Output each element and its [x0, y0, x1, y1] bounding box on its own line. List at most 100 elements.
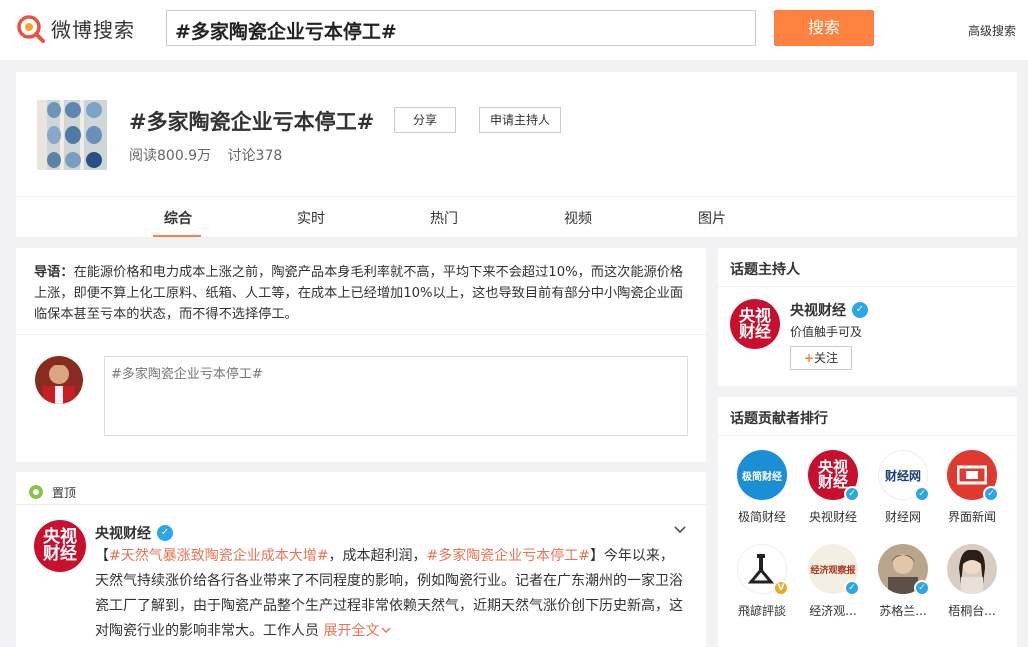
verified-badge-icon: ✓ [914, 580, 930, 596]
hashtag-link[interactable]: #多家陶瓷企业亏本停工# [426, 548, 589, 564]
tab-comprehensive[interactable]: 综合 [164, 208, 192, 228]
topic-thumbnail [37, 100, 107, 170]
follow-button[interactable]: +关注 [790, 346, 852, 370]
expand-label[interactable]: 展开全文 [323, 623, 379, 639]
contributor-name[interactable]: 央视财经 [798, 508, 868, 525]
post-author-name[interactable]: 央视财经 ✓ [95, 523, 173, 543]
host-avatar[interactable]: 央视 财经 [730, 299, 780, 349]
contributor-item[interactable]: 财经网 ✓ 财经网 [868, 450, 938, 525]
contributor-avatar[interactable]: 极简财经 [737, 450, 787, 500]
pinned-row: 置顶 [28, 480, 76, 504]
contributor-ranking-card: 话题贡献者排行 极简财经 极简财经 央视财经 ✓ 央视财经 财经网 ✓ 财经网 [718, 397, 1017, 647]
author-name[interactable]: 央视财经 [95, 523, 151, 543]
divider [718, 435, 1017, 436]
contributor-name[interactable]: 梧桐台... [937, 602, 1007, 619]
chevron-down-icon[interactable] [673, 523, 687, 537]
contributor-item[interactable]: V 飛諺評談 [727, 544, 797, 619]
post-text-segment: ，成本超利润， [328, 548, 427, 564]
logo-line-2: 财经 [817, 473, 848, 491]
logo-line-2: 财经 [43, 544, 77, 564]
cctv-finance-logo: 央视 财经 [730, 299, 780, 349]
weibo-search-logo[interactable]: 微博搜索 [16, 13, 135, 43]
host-card-title: 话题主持人 [730, 262, 800, 278]
discussion-count: 讨论378 [227, 148, 283, 164]
active-tab-indicator [153, 235, 201, 237]
tabs-divider [16, 196, 1017, 197]
my-avatar[interactable] [35, 356, 83, 404]
feiyan-logo-icon [747, 554, 775, 584]
feed-card: 置顶 央视 财经 央视财经 ✓ 【#天然气暴涨致陶瓷企业成本大增#，成本超利润，… [16, 472, 706, 647]
intro-label: 导语： [34, 265, 74, 280]
chevron-down-icon [381, 627, 391, 633]
contributor-name[interactable]: 极简财经 [727, 508, 797, 525]
open-bracket: 【 [95, 548, 109, 564]
divider [16, 504, 706, 505]
contributor-item[interactable]: 梧桐台... [937, 544, 1007, 619]
search-input[interactable]: #多家陶瓷企业亏本停工# [166, 10, 756, 46]
compose-textarea[interactable]: #多家陶瓷企业亏本停工# [104, 356, 688, 436]
pin-icon [29, 485, 43, 499]
verified-badge-icon: ✓ [983, 486, 999, 502]
avatar-logo-text: 财经网 [884, 468, 921, 483]
contributor-name[interactable]: 苏格兰... [868, 602, 938, 619]
avatar-logo-text: 极简财经 [742, 471, 782, 483]
topic-title: #多家陶瓷企业亏本停工# [129, 110, 375, 134]
divider [718, 286, 1017, 287]
verified-badge-icon: ✓ [914, 486, 930, 502]
contributor-name[interactable]: 财经网 [868, 508, 938, 525]
share-button[interactable]: 分享 [394, 107, 456, 133]
contributor-avatar[interactable]: 经济观察报 ✓ [808, 544, 860, 596]
host-name-text[interactable]: 央视财经 [790, 300, 846, 320]
contributor-item[interactable]: 经济观察报 ✓ 经济观... [798, 544, 868, 619]
post-author-avatar[interactable]: 央视 财经 [34, 520, 86, 572]
logo-line-2: 财经 [738, 322, 771, 341]
tab-realtime[interactable]: 实时 [297, 208, 325, 228]
pinned-label: 置顶 [52, 485, 77, 500]
search-button[interactable]: 搜索 [774, 10, 874, 46]
host-name[interactable]: 央视财经 ✓ [790, 300, 868, 320]
contributor-item[interactable]: 央视 财经 ✓ 央视财经 [798, 450, 868, 525]
top-bar: 微博搜索 #多家陶瓷企业亏本停工# 搜索 高级搜索 [0, 0, 1028, 60]
jiemian-logo-icon [957, 465, 987, 485]
intro-card: 导语：在能源价格和电力成本上涨之前，陶瓷产品本身毛利率就不高，平均下来不会超过1… [16, 248, 706, 462]
verified-badge-icon: ✓ [844, 580, 860, 596]
contributor-item[interactable]: 极简财经 极简财经 [727, 450, 797, 525]
intro-text: 导语：在能源价格和电力成本上涨之前，陶瓷产品本身毛利率就不高，平均下来不会超过1… [34, 262, 688, 325]
search-logo-icon [16, 13, 46, 43]
contributor-item[interactable]: ✓ 界面新闻 [937, 450, 1007, 525]
verified-badge-icon: V [773, 580, 789, 596]
verified-icon: ✓ [852, 302, 868, 318]
contributor-avatar[interactable]: ✓ [947, 450, 999, 502]
contributor-avatar[interactable]: V [737, 544, 789, 596]
expand-full-text-link[interactable]: 展开全文 [323, 623, 391, 639]
topic-host-card: 话题主持人 央视 财经 央视财经 ✓ 价值触手可及 +关注 [718, 248, 1017, 386]
contributor-item[interactable]: ✓ 苏格兰... [868, 544, 938, 619]
intro-body: 在能源价格和电力成本上涨之前，陶瓷产品本身毛利率就不高，平均下来不会超过10%，… [34, 265, 684, 322]
contributor-avatar[interactable] [947, 544, 997, 594]
contributor-avatar[interactable]: ✓ [878, 544, 930, 596]
advanced-search-link[interactable]: 高级搜索 [968, 22, 1016, 39]
verified-icon: ✓ [157, 525, 173, 541]
contributor-name[interactable]: 经济观... [798, 602, 868, 619]
hashtag-link[interactable]: #天然气暴涨致陶瓷企业成本大增# [109, 548, 328, 564]
contributor-name[interactable]: 飛諺評談 [727, 602, 797, 619]
plus-icon: + [803, 351, 815, 365]
divider [16, 334, 706, 335]
tab-video[interactable]: 视频 [564, 208, 592, 228]
topic-header: #多家陶瓷企业亏本停工# 分享 申请主持人 阅读800.9万 讨论378 综合 … [16, 72, 1017, 237]
read-count: 阅读800.9万 [129, 148, 212, 164]
verified-badge-icon: ✓ [844, 486, 860, 502]
contributor-avatar[interactable]: 财经网 ✓ [878, 450, 930, 502]
contributor-name[interactable]: 界面新闻 [937, 508, 1007, 525]
logo-text: 微博搜索 [51, 17, 135, 42]
tab-images[interactable]: 图片 [698, 208, 726, 228]
post-body: 【#天然气暴涨致陶瓷企业成本大增#，成本超利润，#多家陶瓷企业亏本停工#】今年以… [95, 544, 687, 644]
contributor-avatar[interactable]: 央视 财经 ✓ [808, 450, 860, 502]
follow-label: 关注 [814, 351, 839, 365]
apply-host-button[interactable]: 申请主持人 [479, 107, 561, 133]
topic-stats: 阅读800.9万 讨论378 [129, 145, 294, 165]
cctv-finance-logo: 央视 财经 [34, 520, 86, 572]
tab-hot[interactable]: 热门 [430, 208, 458, 228]
host-description: 价值触手可及 [790, 325, 863, 339]
avatar-logo-text: 经济观察报 [810, 565, 856, 576]
